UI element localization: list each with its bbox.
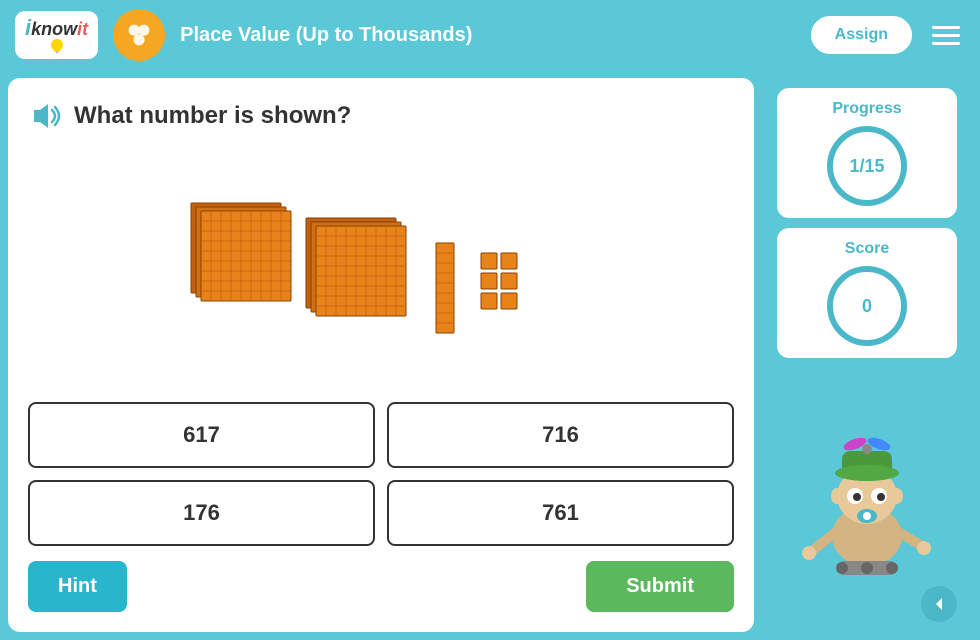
header: i know it Place Value (Up to Thousands) … (0, 0, 980, 70)
navigation-bottom (767, 586, 967, 622)
score-label: Score (845, 240, 889, 258)
assign-button[interactable]: Assign (811, 16, 912, 54)
lesson-title: Place Value (Up to Thousands) (180, 24, 796, 47)
score-value: 0 (862, 296, 872, 317)
question-panel: What number is shown? (8, 78, 754, 632)
hamburger-line-1 (932, 26, 960, 29)
lightbulb-icon (47, 39, 67, 53)
answer-button-761[interactable]: 761 (387, 480, 734, 546)
submit-button[interactable]: Submit (586, 561, 734, 612)
answer-button-176[interactable]: 176 (28, 480, 375, 546)
bottom-row: Hint Submit (28, 561, 734, 612)
progress-circle: 1/15 (827, 126, 907, 206)
progress-box: Progress 1/15 (777, 88, 957, 218)
sound-button[interactable] (28, 98, 64, 134)
hamburger-line-3 (932, 42, 960, 45)
sidebar: Progress 1/15 Score 0 (762, 78, 972, 632)
logo-know: know (31, 20, 77, 38)
answer-button-617[interactable]: 617 (28, 402, 375, 468)
score-circle: 0 (827, 266, 907, 346)
lesson-icon (113, 9, 165, 61)
hamburger-button[interactable] (927, 21, 965, 50)
score-box: Score 0 (777, 228, 957, 358)
hint-button[interactable]: Hint (28, 561, 127, 612)
logo-it: it (77, 20, 88, 38)
progress-label: Progress (832, 100, 901, 118)
mascot-area (767, 368, 967, 576)
question-row: What number is shown? (28, 98, 734, 134)
logo: i know it (15, 11, 98, 59)
back-button[interactable] (921, 586, 957, 622)
answer-button-716[interactable]: 716 (387, 402, 734, 468)
progress-value: 1/15 (849, 156, 884, 177)
mascot-svg (787, 416, 947, 576)
blocks-area (28, 144, 734, 402)
main-content: What number is shown? (0, 70, 980, 640)
question-text: What number is shown? (74, 102, 351, 130)
base10-blocks (131, 163, 631, 383)
hamburger-line-2 (932, 34, 960, 37)
answers-grid: 617 716 176 761 (28, 402, 734, 546)
